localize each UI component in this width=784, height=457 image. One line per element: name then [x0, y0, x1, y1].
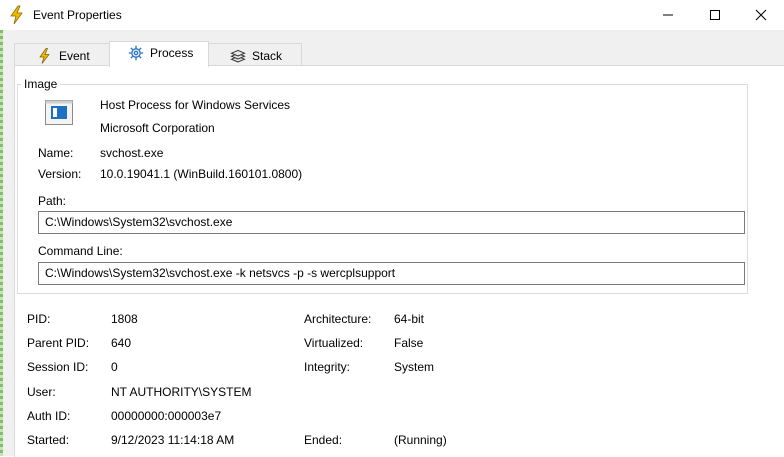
file-description: Host Process for Windows Services — [100, 98, 291, 112]
pid-value: 1808 — [111, 312, 138, 326]
maximize-icon — [710, 10, 720, 20]
auth-id-label: Auth ID: — [27, 409, 71, 423]
close-icon — [755, 9, 767, 21]
path-label: Path: — [38, 194, 67, 208]
tab-event-label: Event — [59, 49, 90, 63]
version-label: Version: — [38, 167, 82, 181]
session-id-label: Session ID: — [27, 360, 89, 374]
user-value: NT AUTHORITY\SYSTEM — [111, 385, 252, 399]
path-field-value: C:\Windows\System32\svchost.exe — [45, 215, 233, 229]
ended-label: Ended: — [304, 433, 343, 447]
pid-label: PID: — [27, 312, 51, 326]
window-edge — [0, 30, 3, 456]
started-value: 9/12/2023 11:14:18 AM — [111, 433, 235, 447]
tab-event[interactable]: Event — [14, 43, 111, 66]
command-line-label: Command Line: — [38, 244, 123, 258]
tab-stack-label: Stack — [252, 49, 283, 63]
parent-pid-value: 640 — [111, 336, 132, 350]
lightning-icon — [10, 5, 23, 25]
minimize-button[interactable] — [645, 0, 691, 30]
user-label: User: — [27, 385, 56, 399]
started-label: Started: — [27, 433, 70, 447]
gear-icon — [128, 45, 144, 61]
virtualized-value: False — [394, 336, 424, 350]
parent-pid-label: Parent PID: — [27, 336, 90, 350]
session-id-value: 0 — [111, 360, 118, 374]
tab-process-label: Process — [150, 46, 194, 60]
auth-id-value: 00000000:000003e7 — [111, 409, 222, 423]
integrity-label: Integrity: — [304, 360, 351, 374]
ended-value: (Running) — [394, 433, 447, 447]
window-title: Event Properties — [33, 8, 122, 22]
architecture-value: 64-bit — [394, 312, 425, 326]
name-label: Name: — [38, 146, 74, 160]
application-icon — [45, 100, 73, 125]
integrity-value: System — [394, 360, 435, 374]
lightning-icon — [39, 48, 50, 64]
maximize-button[interactable] — [692, 0, 738, 30]
title-bar: Event Properties — [0, 0, 784, 30]
command-line-field[interactable]: C:\Windows\System32\svchost.exe -k netsv… — [38, 262, 745, 285]
path-field[interactable]: C:\Windows\System32\svchost.exe — [38, 211, 745, 234]
command-line-field-value: C:\Windows\System32\svchost.exe -k netsv… — [45, 266, 396, 280]
name-value: svchost.exe — [100, 146, 164, 160]
virtualized-label: Virtualized: — [304, 336, 364, 350]
stack-icon — [230, 49, 246, 63]
image-group-title: Image — [21, 77, 61, 91]
company-name: Microsoft Corporation — [100, 121, 215, 135]
close-button[interactable] — [738, 0, 784, 30]
tab-process[interactable]: Process — [109, 41, 209, 67]
minimize-icon — [663, 14, 673, 16]
architecture-label: Architecture: — [304, 312, 372, 326]
version-value: 10.0.19041.1 (WinBuild.160101.0800) — [100, 167, 303, 181]
tab-stack[interactable]: Stack — [208, 43, 302, 66]
